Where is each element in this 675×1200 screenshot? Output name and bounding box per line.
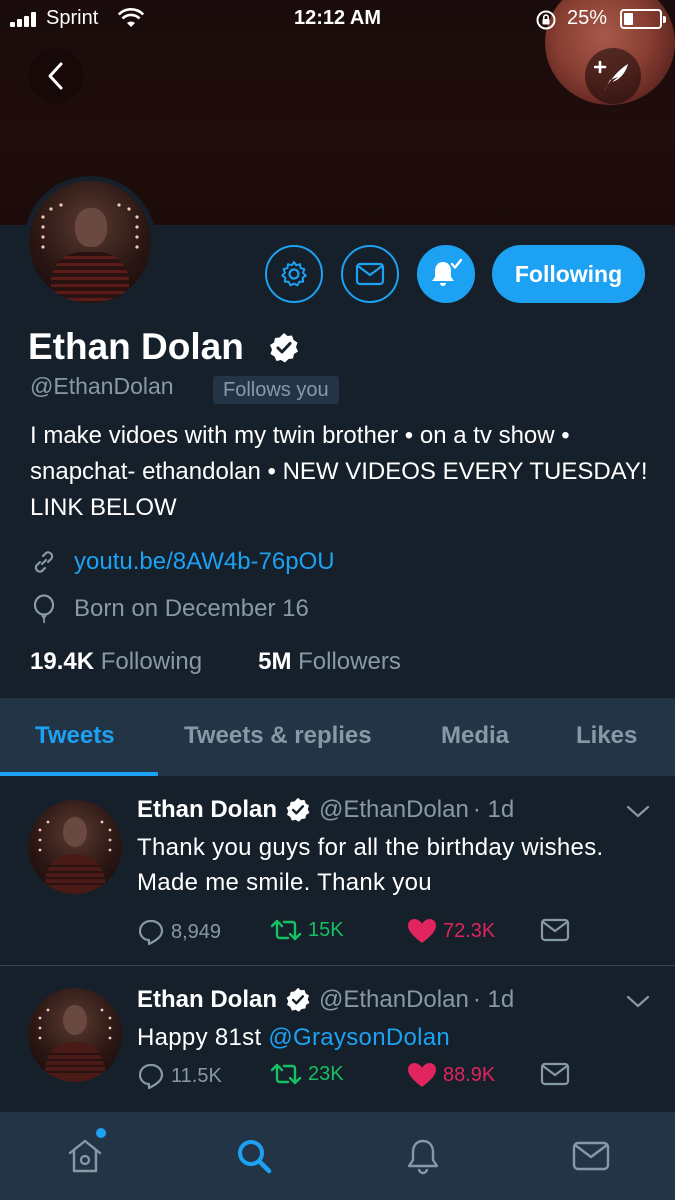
followers-label: Followers xyxy=(298,648,401,675)
tweet-actions: 11.5K 23K 88.9K xyxy=(137,1062,637,1092)
profile-website[interactable]: youtu.be/8AW4b-76pOU xyxy=(30,548,335,576)
tweet-mention-link[interactable]: @GraysonDolan xyxy=(268,1024,450,1051)
balloon-icon xyxy=(33,594,55,624)
retweet-button[interactable]: 23K xyxy=(270,1062,344,1086)
tweet[interactable]: Ethan Dolan @EthanDolan · 1d Thank you g… xyxy=(0,776,675,966)
new-content-dot xyxy=(96,1128,106,1138)
profile-bio: I make vidoes with my twin brother • on … xyxy=(30,422,648,521)
retweet-count: 15K xyxy=(308,918,344,941)
tweet-avatar-image xyxy=(38,817,112,894)
tab-likes[interactable]: Likes xyxy=(576,722,637,750)
profile-name: Ethan Dolan xyxy=(28,326,244,367)
profile-birthday: Born on December 16 xyxy=(30,594,309,624)
reply-count: 8,949 xyxy=(171,920,222,943)
nav-home-button[interactable] xyxy=(63,1134,107,1178)
mail-icon xyxy=(540,1062,570,1086)
tweet-avatar[interactable] xyxy=(28,988,122,1082)
retweet-icon xyxy=(270,1063,302,1085)
share-via-dm-button[interactable] xyxy=(540,918,576,942)
nav-search-button[interactable] xyxy=(232,1134,276,1178)
tweet-text-prefix: Happy 81st xyxy=(137,1024,269,1051)
tweet-avatar-image xyxy=(38,1005,112,1082)
tweet-avatar[interactable] xyxy=(28,800,122,894)
tweet-author-handle[interactable]: @EthanDolan xyxy=(319,986,469,1014)
profile-birthday-text: Born on December 16 xyxy=(74,595,309,622)
nav-notifications-button[interactable] xyxy=(401,1134,445,1178)
compose-tweet-icon xyxy=(594,60,628,91)
following-count: 19.4K xyxy=(30,648,95,675)
search-icon xyxy=(238,1140,272,1174)
reply-icon xyxy=(138,919,164,946)
tweet[interactable]: Ethan Dolan @EthanDolan · 1d Happy 81st … xyxy=(0,966,675,1112)
bell-icon xyxy=(407,1139,439,1175)
following-count-link[interactable]: 19.4K Following xyxy=(30,648,202,676)
tweet-author-name[interactable]: Ethan Dolan xyxy=(137,986,277,1014)
verified-badge-icon xyxy=(286,797,310,822)
reply-button[interactable]: 8,949 xyxy=(137,918,221,946)
verified-badge-icon xyxy=(270,333,298,363)
followers-count: 5M xyxy=(258,648,292,675)
chevron-down-icon[interactable] xyxy=(626,804,650,820)
following-label: Following xyxy=(100,648,203,675)
tweet-timestamp: · 1d xyxy=(472,796,515,823)
verified-badge-icon xyxy=(286,987,310,1012)
reply-button[interactable]: 11.5K xyxy=(137,1062,222,1090)
link-icon xyxy=(34,551,54,573)
retweet-count: 23K xyxy=(308,1062,344,1085)
status-bar: Sprint 12:12 AM 25% xyxy=(0,0,675,40)
reply-count: 11.5K xyxy=(171,1064,222,1087)
tweet-text: Happy 81st @GraysonDolan xyxy=(137,1020,657,1055)
chevron-down-icon[interactable] xyxy=(626,994,650,1010)
reply-icon xyxy=(138,1063,164,1090)
tweet-header: Ethan Dolan @EthanDolan · 1d xyxy=(137,986,514,1014)
bottom-tab-bar xyxy=(0,1112,675,1200)
rotation-lock-icon xyxy=(536,10,556,30)
follows-you-badge: Follows you xyxy=(213,376,339,404)
profile-tabs: Tweets Tweets & replies Media Likes xyxy=(0,698,675,776)
gear-icon xyxy=(281,261,307,287)
mail-icon xyxy=(355,262,385,286)
profile-handle: @EthanDolan xyxy=(30,373,174,399)
profile-website-link[interactable]: youtu.be/8AW4b-76pOU xyxy=(74,548,335,576)
chevron-left-icon xyxy=(48,62,63,90)
tweet-author-handle[interactable]: @EthanDolan xyxy=(319,796,469,824)
like-count: 72.3K xyxy=(443,919,496,942)
heart-filled-icon xyxy=(408,1063,436,1087)
avatar-body-shape xyxy=(50,251,130,303)
nav-messages-button[interactable] xyxy=(569,1134,613,1178)
avatar-head-shape xyxy=(75,207,108,247)
tab-media[interactable]: Media xyxy=(441,722,509,750)
mail-icon xyxy=(540,918,570,942)
like-count: 88.9K xyxy=(443,1063,496,1086)
share-via-dm-button[interactable] xyxy=(540,1062,576,1086)
home-icon xyxy=(68,1139,102,1173)
tweet-header: Ethan Dolan @EthanDolan · 1d xyxy=(137,796,514,824)
tweet-actions: 8,949 15K 72.3K xyxy=(137,918,637,948)
tab-tweets-and-replies[interactable]: Tweets & replies xyxy=(184,722,372,750)
retweet-button[interactable]: 15K xyxy=(270,918,344,942)
tweet-timestamp: · 1d xyxy=(472,986,515,1013)
heart-filled-icon xyxy=(408,919,436,943)
notifications-toggle-button[interactable] xyxy=(417,245,475,303)
retweet-icon xyxy=(270,919,302,941)
battery-percent: 25% xyxy=(567,7,608,29)
profile-avatar[interactable] xyxy=(24,176,156,308)
following-button[interactable]: Following xyxy=(492,245,645,303)
like-button[interactable]: 72.3K xyxy=(407,918,495,944)
tweet-text: Thank you guys for all the birthday wish… xyxy=(137,834,604,896)
battery-level-fill xyxy=(624,13,633,25)
bell-check-icon xyxy=(432,258,463,286)
like-button[interactable]: 88.9K xyxy=(407,1062,495,1088)
back-button[interactable] xyxy=(28,48,84,104)
mail-icon xyxy=(572,1141,610,1171)
direct-message-button[interactable] xyxy=(341,245,399,303)
compose-tweet-button[interactable] xyxy=(585,48,641,104)
profile-settings-button[interactable] xyxy=(265,245,323,303)
tab-tweets[interactable]: Tweets xyxy=(35,722,115,750)
avatar-image xyxy=(29,181,151,303)
follow-counts: 19.4K Following 5M Followers xyxy=(30,648,457,676)
battery-icon xyxy=(620,9,666,29)
followers-count-link[interactable]: 5M Followers xyxy=(258,648,401,676)
tweet-author-name[interactable]: Ethan Dolan xyxy=(137,796,277,824)
